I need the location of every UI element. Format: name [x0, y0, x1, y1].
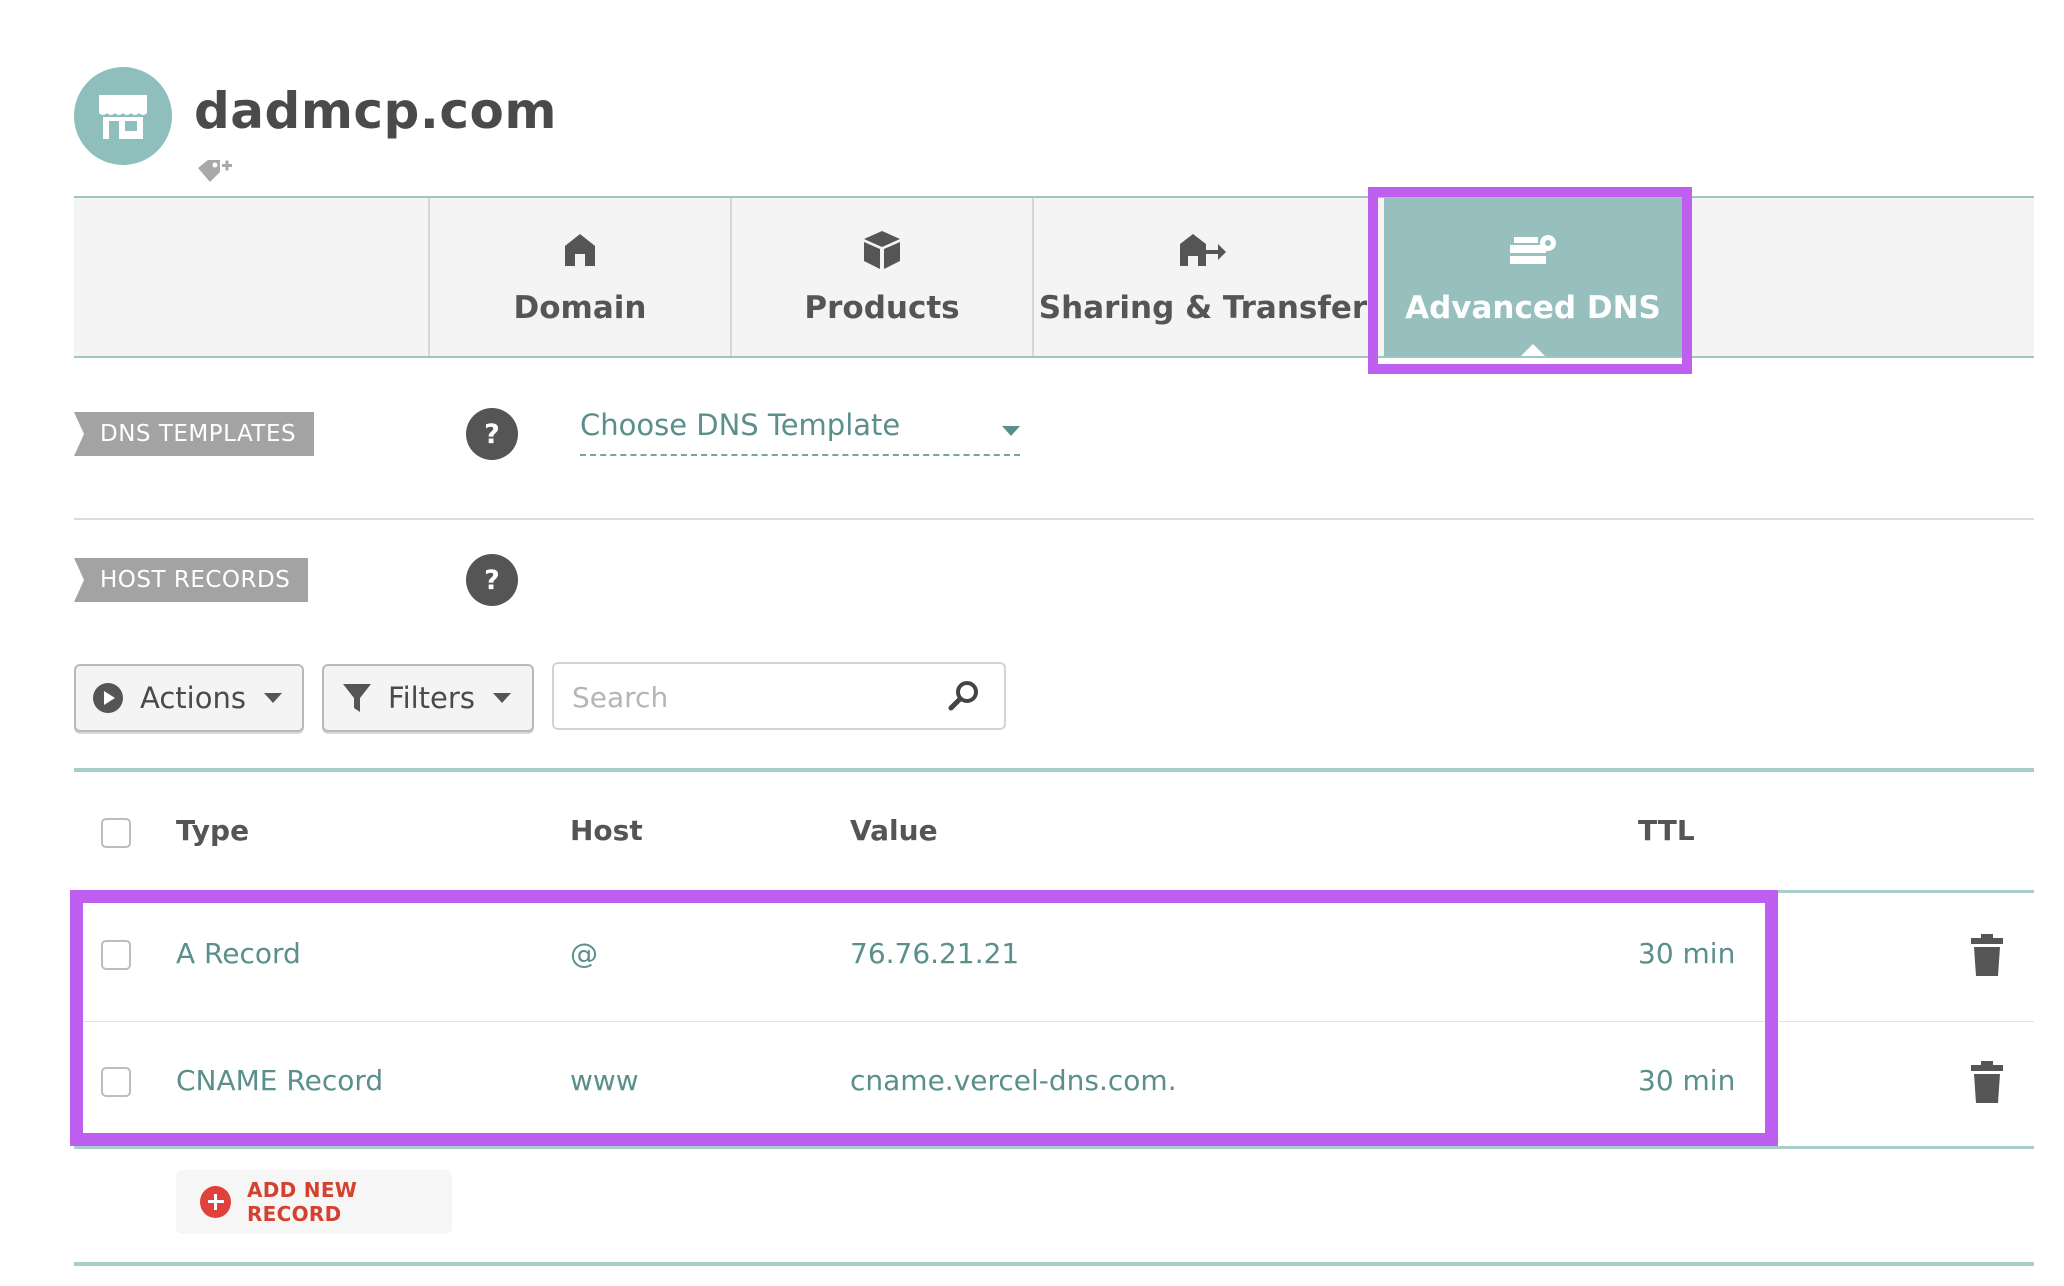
plus-circle-icon — [200, 1186, 231, 1218]
box-icon — [864, 231, 900, 269]
column-header-ttl[interactable]: TTL — [1638, 814, 1695, 847]
add-tag-icon[interactable] — [196, 158, 234, 192]
filters-button[interactable]: Filters — [322, 664, 534, 732]
trash-icon[interactable] — [1969, 1060, 2005, 1104]
filter-icon — [343, 684, 371, 712]
add-new-record-button[interactable]: ADD NEW RECORD — [176, 1170, 452, 1234]
table-bottom-border — [74, 1262, 2034, 1266]
search-input[interactable] — [570, 674, 934, 720]
search-icon[interactable] — [948, 680, 980, 712]
host-records-label: HOST RECORDS — [74, 558, 309, 602]
section-divider — [74, 518, 2034, 520]
play-circle-icon — [93, 683, 123, 713]
dns-template-select-value: Choose DNS Template — [580, 408, 901, 442]
house-icon — [565, 234, 595, 266]
avatar — [74, 67, 172, 165]
tab-domain-label: Domain — [513, 290, 647, 326]
table-top-border — [74, 768, 2034, 772]
dns-template-select[interactable]: Choose DNS Template — [580, 408, 1020, 456]
tab-products-label: Products — [804, 290, 960, 326]
column-header-value[interactable]: Value — [850, 814, 938, 847]
dns-templates-label: DNS TEMPLATES — [74, 412, 315, 456]
select-all-checkbox[interactable] — [101, 818, 131, 848]
tab-sharing-transfer[interactable]: Sharing & Transfer — [1032, 198, 1372, 356]
actions-button[interactable]: Actions — [74, 664, 304, 732]
highlight-box-records — [70, 890, 1778, 1146]
add-new-record-label: ADD NEW RECORD — [246, 1178, 358, 1226]
tab-products[interactable]: Products — [730, 198, 1032, 356]
highlight-box-tab — [1368, 187, 1692, 374]
column-header-host[interactable]: Host — [570, 814, 643, 847]
house-transfer-icon — [1180, 234, 1226, 266]
chevron-down-icon — [263, 693, 282, 703]
domain-title: dadmcp.com — [194, 82, 557, 140]
search-box — [552, 662, 1006, 730]
storefront-icon — [99, 95, 147, 139]
chevron-down-icon — [1002, 426, 1020, 436]
tab-sharing-transfer-label: Sharing & Transfer — [1038, 290, 1368, 326]
filters-label: Filters — [388, 681, 475, 715]
actions-label: Actions — [140, 681, 246, 715]
trash-icon[interactable] — [1969, 933, 2005, 977]
tabs-bar: Domain Products Sharing & Transfer Advan… — [74, 196, 2034, 358]
dns-templates-help-icon[interactable]: ? — [466, 408, 518, 460]
column-header-type[interactable]: Type — [176, 814, 249, 847]
tab-domain[interactable]: Domain — [428, 198, 730, 356]
table-rows-bottom-border — [74, 1146, 2034, 1149]
chevron-down-icon — [492, 693, 511, 703]
host-records-help-icon[interactable]: ? — [466, 554, 518, 606]
